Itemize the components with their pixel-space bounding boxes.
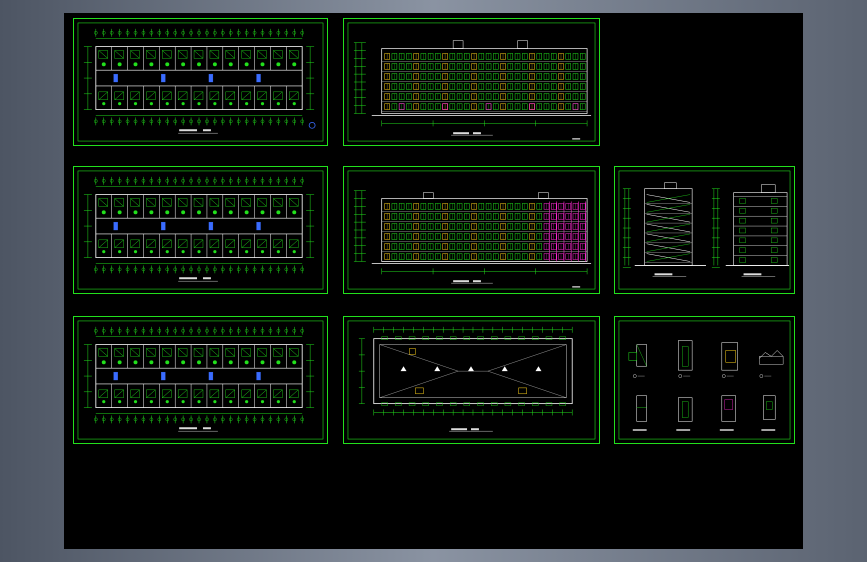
section-drawing: [618, 170, 791, 290]
sheet-floor-plan-1[interactable]: [73, 18, 328, 146]
floor-plan-drawing: [77, 170, 324, 290]
sheet-roof-plan[interactable]: [343, 316, 600, 444]
sheet-rear-elevation[interactable]: [343, 166, 600, 294]
floor-plan-drawing: [77, 22, 324, 142]
cad-model-space[interactable]: [64, 13, 803, 549]
sheet-section[interactable]: [614, 166, 795, 294]
sheet-details[interactable]: [614, 316, 795, 444]
floor-plan-drawing: [77, 320, 324, 440]
sheet-front-elevation[interactable]: [343, 18, 600, 146]
sheet-floor-plan-3[interactable]: [73, 316, 328, 444]
rear-elevation-drawing: [347, 170, 596, 290]
details-drawing: [618, 320, 791, 440]
sheet-floor-plan-2[interactable]: [73, 166, 328, 294]
front-elevation-drawing: [347, 22, 596, 142]
roof-plan-drawing: [347, 320, 596, 440]
